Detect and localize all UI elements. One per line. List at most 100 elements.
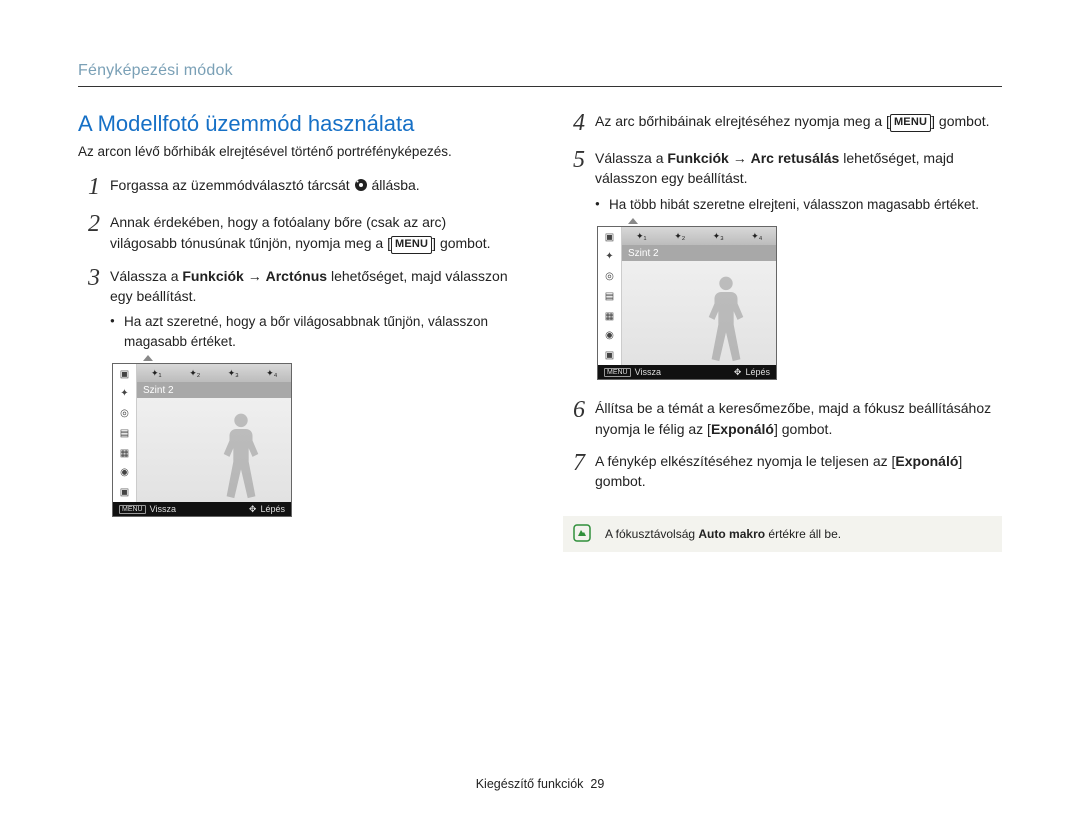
note-text: A fókusztávolság: [605, 527, 698, 541]
step-number: 6: [563, 398, 585, 439]
topbar-icon: ✦₁: [137, 364, 176, 382]
info-icon: [573, 524, 591, 547]
step-text: Válassza a: [595, 150, 667, 166]
dpad-icon: ✥: [734, 367, 742, 378]
shot-footbar: MENU Vissza ✥ Lépés: [598, 365, 776, 379]
highlight-arrow-icon: [628, 218, 638, 224]
breadcrumb: Fényképezési módok: [78, 62, 1002, 87]
step-text: Forgassa az üzemmódválasztó tárcsát: [110, 177, 354, 193]
step-body: Az arc bőrhibáinak elrejtéséhez nyomja m…: [595, 111, 1002, 136]
note-text: értékre áll be.: [765, 527, 841, 541]
bold-text: Auto makro: [698, 527, 765, 541]
step-text: állásba.: [371, 177, 419, 193]
menu-mini-badge: MENU: [119, 505, 146, 514]
step-number: 7: [563, 451, 585, 492]
shot-sidebar: ▣ ✦ ◎ ▤ ▦ ◉ ▣: [598, 227, 622, 365]
step-text: Az arc bőrhibáinak elrejtéséhez nyomja m…: [595, 113, 886, 129]
sidebar-icon: ◎: [113, 404, 137, 424]
shot-topbar: ✦₁ ✦₂ ✦₃ ✦₄: [622, 227, 776, 245]
bold-text: Exponáló: [895, 453, 958, 469]
camera-screenshot: ▣ ✦ ◎ ▤ ▦ ◉ ▣ ✦₁ ✦₂ ✦₃ ✦₄ Szint 2: [112, 363, 292, 517]
topbar-icon: ✦₃: [214, 364, 253, 382]
shot-level-label: Szint 2: [137, 382, 291, 398]
step-text: gombot.: [436, 235, 490, 251]
step-5: 5 Válassza a Funkciók → Arc retusálás le…: [563, 148, 1002, 214]
step-body: Annak érdekében, hogy a fotóalany bőre (…: [110, 212, 517, 253]
page-footer: Kiegészítő funkciók 29: [0, 777, 1080, 791]
sidebar-icon: ▣: [598, 227, 622, 247]
steps-left: 1 Forgassa az üzemmódválasztó tárcsát ál…: [78, 175, 517, 351]
bold-text: Funkciók: [182, 268, 243, 284]
sidebar-icon: ▣: [113, 364, 137, 384]
silhouette-icon: [700, 269, 752, 365]
topbar-icon: ✦₄: [253, 364, 292, 382]
bold-text: Exponáló: [711, 421, 774, 437]
step-4: 4 Az arc bőrhibáinak elrejtéséhez nyomja…: [563, 111, 1002, 136]
foot-move-label: Lépés: [745, 367, 770, 377]
step-1: 1 Forgassa az üzemmódválasztó tárcsát ál…: [78, 175, 517, 200]
silhouette-icon: [215, 406, 267, 502]
step-body: A fénykép elkészítéséhez nyomja le telje…: [595, 451, 1002, 492]
step-number: 2: [78, 212, 100, 253]
steps-right: 4 Az arc bőrhibáinak elrejtéséhez nyomja…: [563, 111, 1002, 214]
sidebar-icon: ▣: [598, 346, 622, 366]
topbar-icon: ✦₃: [699, 227, 738, 245]
sub-bullet: Ha több hibát szeretne elrejteni, válass…: [595, 195, 1002, 215]
dpad-icon: ✥: [249, 504, 257, 515]
menu-button-badge: MENU: [391, 236, 432, 254]
step-text: Válassza a: [110, 268, 182, 284]
sidebar-icon: ✦: [598, 247, 622, 267]
right-column: 4 Az arc bőrhibáinak elrejtéséhez nyomja…: [563, 111, 1002, 552]
shot-main: [137, 398, 291, 502]
step-7: 7 A fénykép elkészítéséhez nyomja le tel…: [563, 451, 1002, 492]
page-title: A Modellfotó üzemmód használata: [78, 111, 517, 137]
step-number: 3: [78, 266, 100, 352]
step-body: Válassza a Funkciók → Arctónus lehetőség…: [110, 266, 517, 352]
step-body: Válassza a Funkciók → Arc retusálás lehe…: [595, 148, 1002, 214]
step-number: 1: [78, 175, 100, 200]
bold-text: Funkciók: [667, 150, 728, 166]
sidebar-icon: ▣: [113, 483, 137, 503]
sub-bullet: Ha azt szeretné, hogy a bőr világosabbna…: [110, 312, 517, 351]
step-text: A fénykép elkészítéséhez nyomja le telje…: [595, 453, 895, 469]
footer-section-label: Kiegészítő funkciók: [476, 777, 584, 791]
sidebar-icon: ✦: [113, 384, 137, 404]
bold-text: Arctónus: [266, 268, 327, 284]
sidebar-icon: ▦: [598, 306, 622, 326]
step-text: gombot.: [935, 113, 989, 129]
topbar-icon: ✦₂: [176, 364, 215, 382]
sidebar-icon: ◉: [598, 326, 622, 346]
sidebar-icon: ▦: [113, 443, 137, 463]
mode-dial-icon: [354, 177, 368, 197]
shot-main: [622, 261, 776, 365]
step-2: 2 Annak érdekében, hogy a fotóalany bőre…: [78, 212, 517, 253]
topbar-icon: ✦₄: [738, 227, 777, 245]
highlight-arrow-icon: [143, 355, 153, 361]
screenshot-wrapper: ▣ ✦ ◎ ▤ ▦ ◉ ▣ ✦₁ ✦₂ ✦₃ ✦₄ Szint 2: [112, 363, 517, 517]
screenshot-wrapper: ▣ ✦ ◎ ▤ ▦ ◉ ▣ ✦₁ ✦₂ ✦₃ ✦₄ Szint 2: [597, 226, 1002, 380]
step-text: ] gombot.: [774, 421, 832, 437]
shot-topbar: ✦₁ ✦₂ ✦₃ ✦₄: [137, 364, 291, 382]
sidebar-icon: ◎: [598, 267, 622, 287]
foot-back-label: Vissza: [635, 367, 661, 377]
steps-right-2: 6 Állítsa be a témát a keresőmezőbe, maj…: [563, 398, 1002, 491]
arrow-text: →: [729, 150, 751, 166]
camera-screenshot: ▣ ✦ ◎ ▤ ▦ ◉ ▣ ✦₁ ✦₂ ✦₃ ✦₄ Szint 2: [597, 226, 777, 380]
two-column-layout: A Modellfotó üzemmód használata Az arcon…: [78, 111, 1002, 552]
foot-move-label: Lépés: [260, 504, 285, 514]
menu-mini-badge: MENU: [604, 368, 631, 377]
sidebar-icon: ▤: [598, 287, 622, 307]
topbar-icon: ✦₂: [661, 227, 700, 245]
arrow-text: →: [244, 268, 266, 284]
step-body: Állítsa be a témát a keresőmezőbe, majd …: [595, 398, 1002, 439]
bold-text: Arc retusálás: [751, 150, 840, 166]
left-column: A Modellfotó üzemmód használata Az arcon…: [78, 111, 517, 552]
shot-sidebar: ▣ ✦ ◎ ▤ ▦ ◉ ▣: [113, 364, 137, 502]
step-body: Forgassa az üzemmódválasztó tárcsát állá…: [110, 175, 517, 200]
step-3: 3 Válassza a Funkciók → Arctónus lehetős…: [78, 266, 517, 352]
step-number: 5: [563, 148, 585, 214]
shot-footbar: MENU Vissza ✥ Lépés: [113, 502, 291, 516]
footer-page-number: 29: [590, 777, 604, 791]
step-6: 6 Állítsa be a témát a keresőmezőbe, maj…: [563, 398, 1002, 439]
step-number: 4: [563, 111, 585, 136]
